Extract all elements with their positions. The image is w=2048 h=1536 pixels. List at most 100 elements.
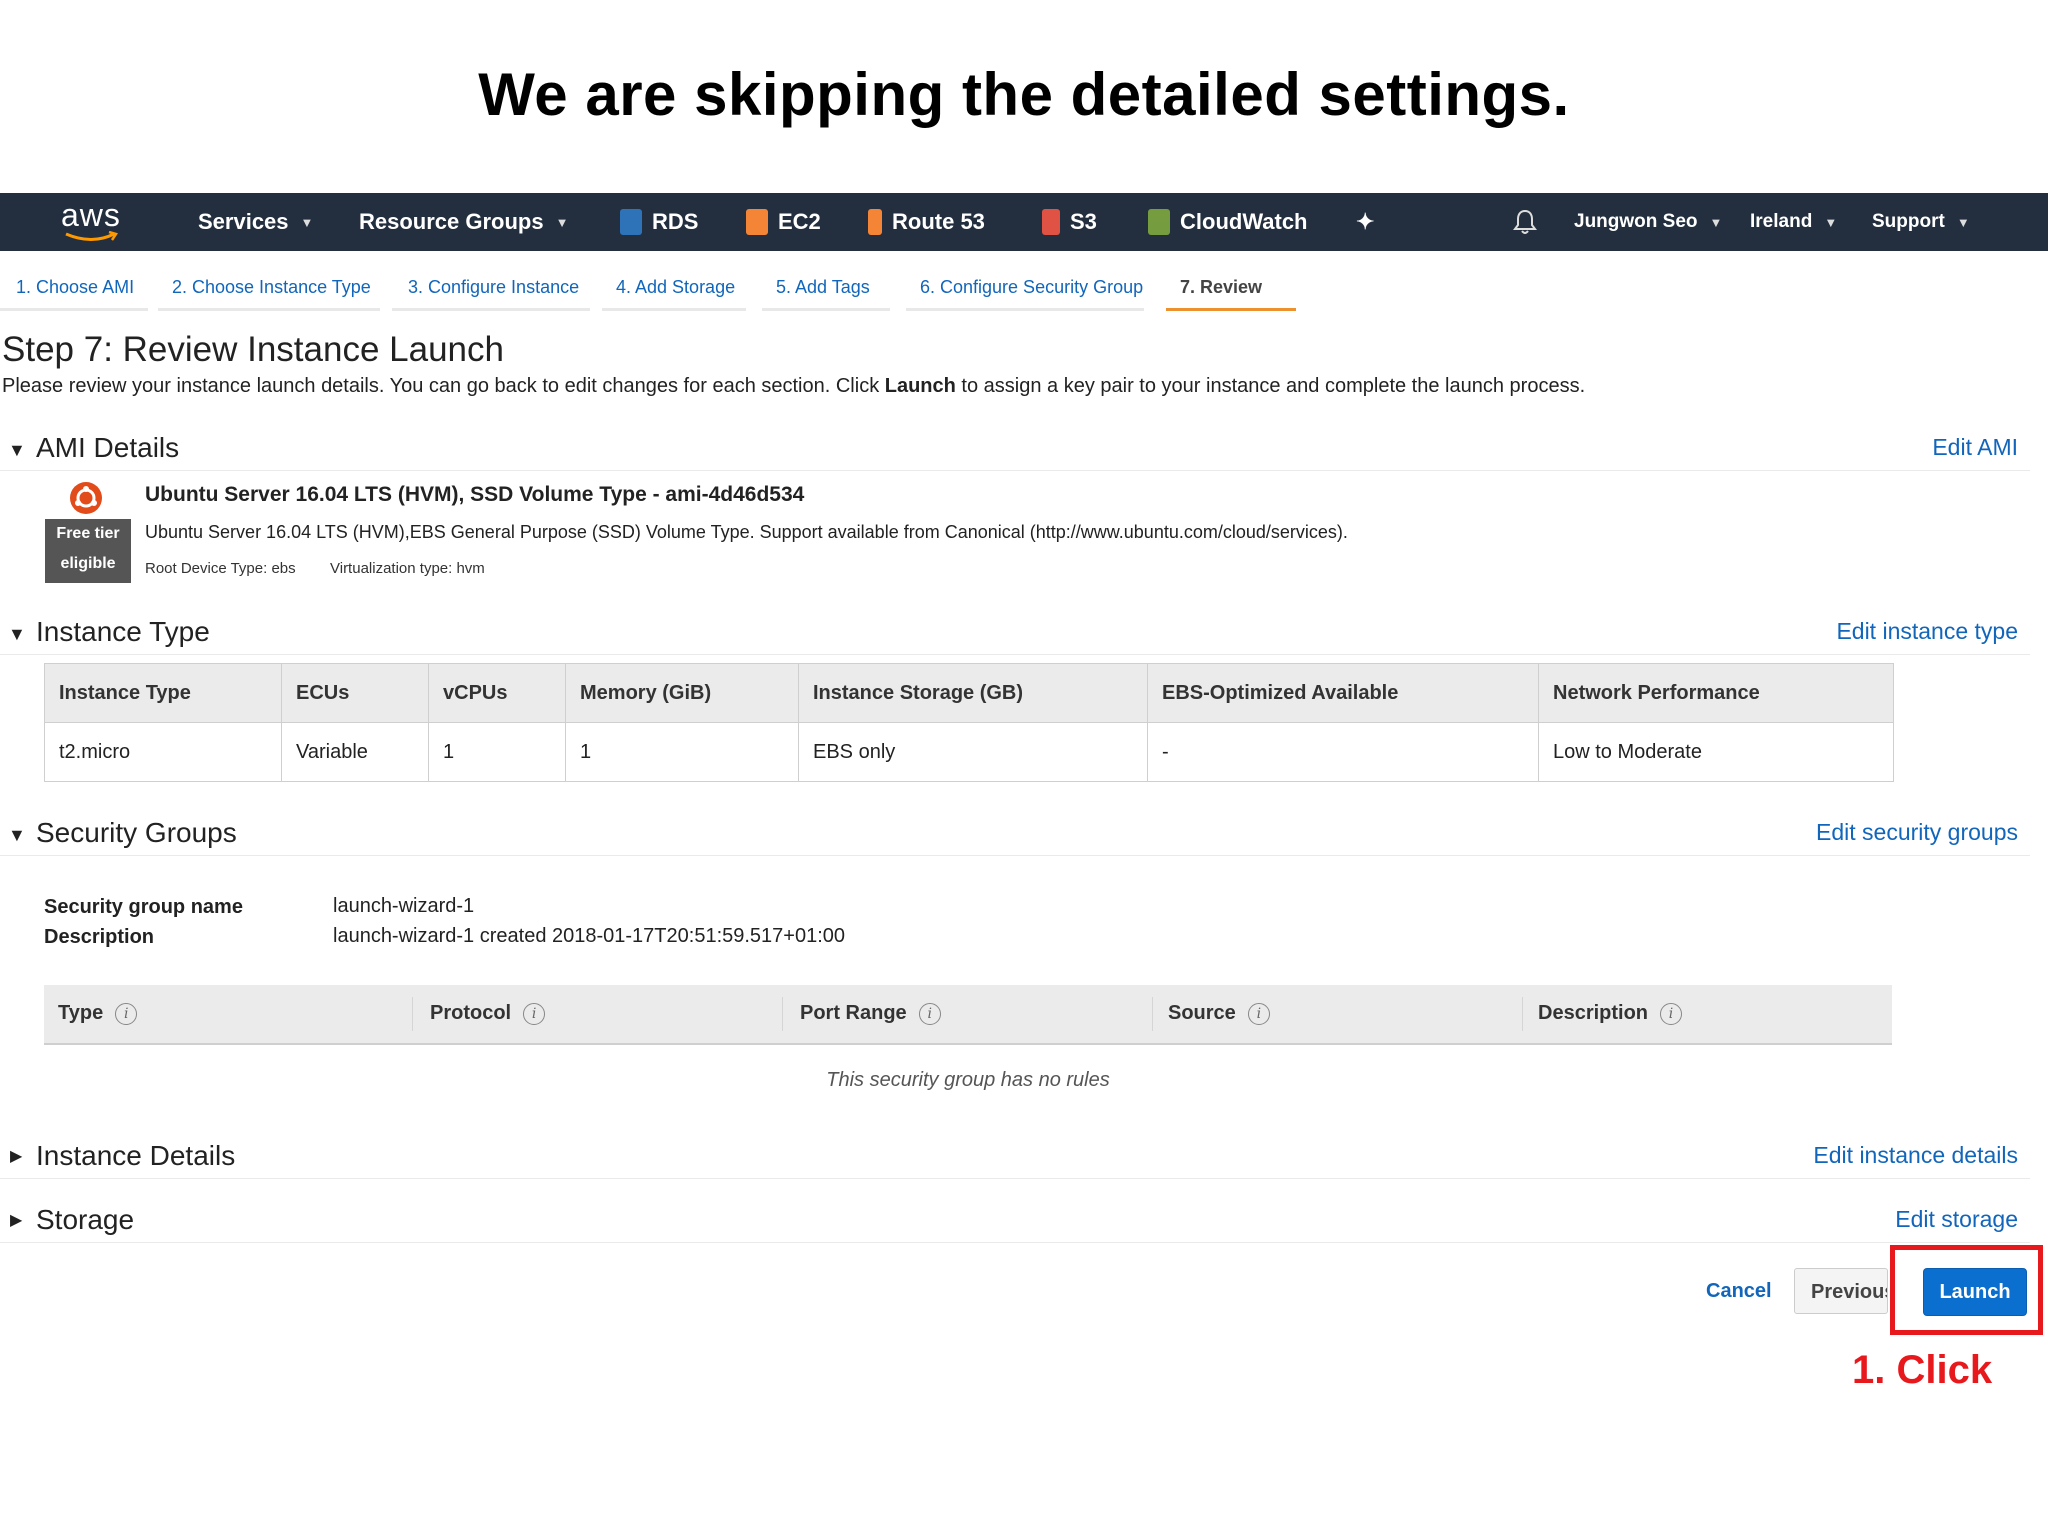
section-title: Storage [36,1204,135,1235]
launch-highlight-box [1890,1245,2043,1335]
user-menu[interactable]: Jungwon Seo ▼ [1574,193,1722,251]
table-cell: - [1147,722,1539,782]
resource-groups-menu[interactable]: Resource Groups ▼ [359,193,568,251]
tab-configure-security-group[interactable]: 6. Configure Security Group [906,263,1144,311]
shortcut-cloudwatch[interactable]: CloudWatch [1148,193,1308,251]
cloudwatch-icon [1148,209,1170,235]
column-header: Instance Type [44,663,282,723]
table-cell: 1 [428,722,566,782]
section-title: Security Groups [36,817,237,848]
aws-smile-icon [65,231,118,241]
tab-add-tags[interactable]: 5. Add Tags [762,263,890,311]
ami-virtualization: Virtualization type: hvm [330,560,485,577]
ami-description: Ubuntu Server 16.04 LTS (HVM),EBS Genera… [145,522,1348,542]
column-header: ECUs [281,663,429,723]
section-security-groups: ▼ Security Groups Edit security groups [0,815,2030,856]
click-callout: 1. Click [1852,1348,1993,1392]
rules-header-protocol: Protocol i [430,1002,546,1025]
info-icon[interactable]: i [1247,1002,1270,1025]
chevron-down-icon: ▼ [1956,214,1970,230]
tab-configure-instance[interactable]: 3. Configure Instance [392,263,590,311]
free-tier-badge: Free tier eligible [45,519,131,583]
rules-header-description: Description i [1538,1002,1683,1025]
column-divider [1522,997,1523,1031]
support-menu[interactable]: Support ▼ [1872,193,1970,251]
section-instance-type: ▼ Instance Type Edit instance type [0,614,2030,655]
expand-triangle-icon[interactable]: ▶ [10,1146,22,1166]
edit-ami-link[interactable]: Edit AMI [1932,434,2018,461]
table-cell: Variable [281,722,429,782]
section-title: AMI Details [36,432,180,463]
edit-storage-link[interactable]: Edit storage [1895,1206,2018,1233]
ami-root-device: Root Device Type: ebs [145,560,296,577]
tab-add-storage[interactable]: 4. Add Storage [602,263,746,311]
page-title: Step 7: Review Instance Launch [2,330,504,369]
collapse-triangle-icon[interactable]: ▼ [8,440,26,461]
chevron-down-icon: ▼ [555,214,569,230]
table-cell: Low to Moderate [1538,722,1894,782]
services-menu[interactable]: Services ▼ [198,193,313,251]
column-divider [1152,997,1153,1031]
column-header: Network Performance [1538,663,1894,723]
edit-security-groups-link[interactable]: Edit security groups [1816,819,2018,846]
tab-review[interactable]: 7. Review [1166,263,1296,311]
rules-header-port-range: Port Range i [800,1002,941,1025]
edit-instance-details-link[interactable]: Edit instance details [1813,1142,2018,1169]
section-storage: ▶ Storage Edit storage [0,1202,2030,1243]
no-rules-message: This security group has no rules [826,1069,1110,1091]
collapse-triangle-icon[interactable]: ▼ [8,825,26,846]
shortcut-s3[interactable]: S3 [1042,193,1097,251]
security-group-name-label: Security group name [44,896,243,918]
table-header-row: Instance Type ECUs vCPUs Memory (GiB) In… [44,663,1894,723]
tab-choose-ami[interactable]: 1. Choose AMI [0,263,148,311]
rules-table-header: Type i Protocol i Port Range i Source i Desc… [44,985,1892,1045]
table-row: t2.micro Variable 1 1 EBS only - Low to … [44,722,1894,782]
security-group-name-value: launch-wizard-1 [333,895,475,917]
ami-name: Ubuntu Server 16.04 LTS (HVM), SSD Volum… [145,483,805,506]
tab-choose-instance-type[interactable]: 2. Choose Instance Type [158,263,380,311]
edit-instance-type-link[interactable]: Edit instance type [1836,618,2018,645]
info-icon[interactable]: i [1660,1002,1683,1025]
wizard-steps: 1. Choose AMI 2. Choose Instance Type 3.… [0,263,1320,311]
shortcut-route53[interactable]: Route 53 [868,193,985,251]
page-description: Please review your instance launch detai… [2,375,1586,397]
section-instance-details: ▶ Instance Details Edit instance details [0,1138,2030,1179]
info-icon[interactable]: i [918,1002,941,1025]
ec2-icon [746,209,768,235]
previous-button[interactable]: Previous [1794,1268,1888,1314]
route53-icon [868,209,882,235]
table-cell: 1 [565,722,799,782]
chevron-down-icon: ▼ [1709,214,1723,230]
slide-title: We are skipping the detailed settings. [478,61,1570,128]
security-group-description-label: Description [44,926,155,948]
bell-icon[interactable] [1513,193,1537,251]
info-icon[interactable]: i [523,1002,546,1025]
section-ami-details: ▼ AMI Details Edit AMI [0,430,2030,471]
info-icon[interactable]: i [115,1002,138,1025]
rules-header-type: Type i [58,1002,138,1025]
column-header: vCPUs [428,663,566,723]
table-cell: EBS only [798,722,1148,782]
rules-header-source: Source i [1168,1002,1270,1025]
column-divider [412,997,413,1031]
column-divider [782,997,783,1031]
section-title: Instance Details [36,1140,236,1171]
security-group-description-value: launch-wizard-1 created 2018-01-17T20:51… [333,925,846,947]
aws-logo[interactable]: aws [58,197,128,245]
shortcut-ec2[interactable]: EC2 [746,193,821,251]
instance-type-table: Instance Type ECUs vCPUs Memory (GiB) In… [44,663,1894,782]
ubuntu-logo-icon [70,482,102,514]
s3-icon [1042,209,1060,235]
section-title: Instance Type [36,616,210,647]
chevron-down-icon: ▼ [1824,214,1838,230]
expand-triangle-icon[interactable]: ▶ [10,1210,22,1230]
collapse-triangle-icon[interactable]: ▼ [8,624,26,645]
region-menu[interactable]: Ireland ▼ [1750,193,1837,251]
cancel-button[interactable]: Cancel [1706,1280,1772,1303]
chevron-down-icon: ▼ [300,214,314,230]
shortcut-rds[interactable]: RDS [620,193,698,251]
pin-icon[interactable]: ✦ [1356,193,1374,251]
column-header: Instance Storage (GB) [798,663,1148,723]
rds-icon [620,209,642,235]
table-cell: t2.micro [44,722,282,782]
